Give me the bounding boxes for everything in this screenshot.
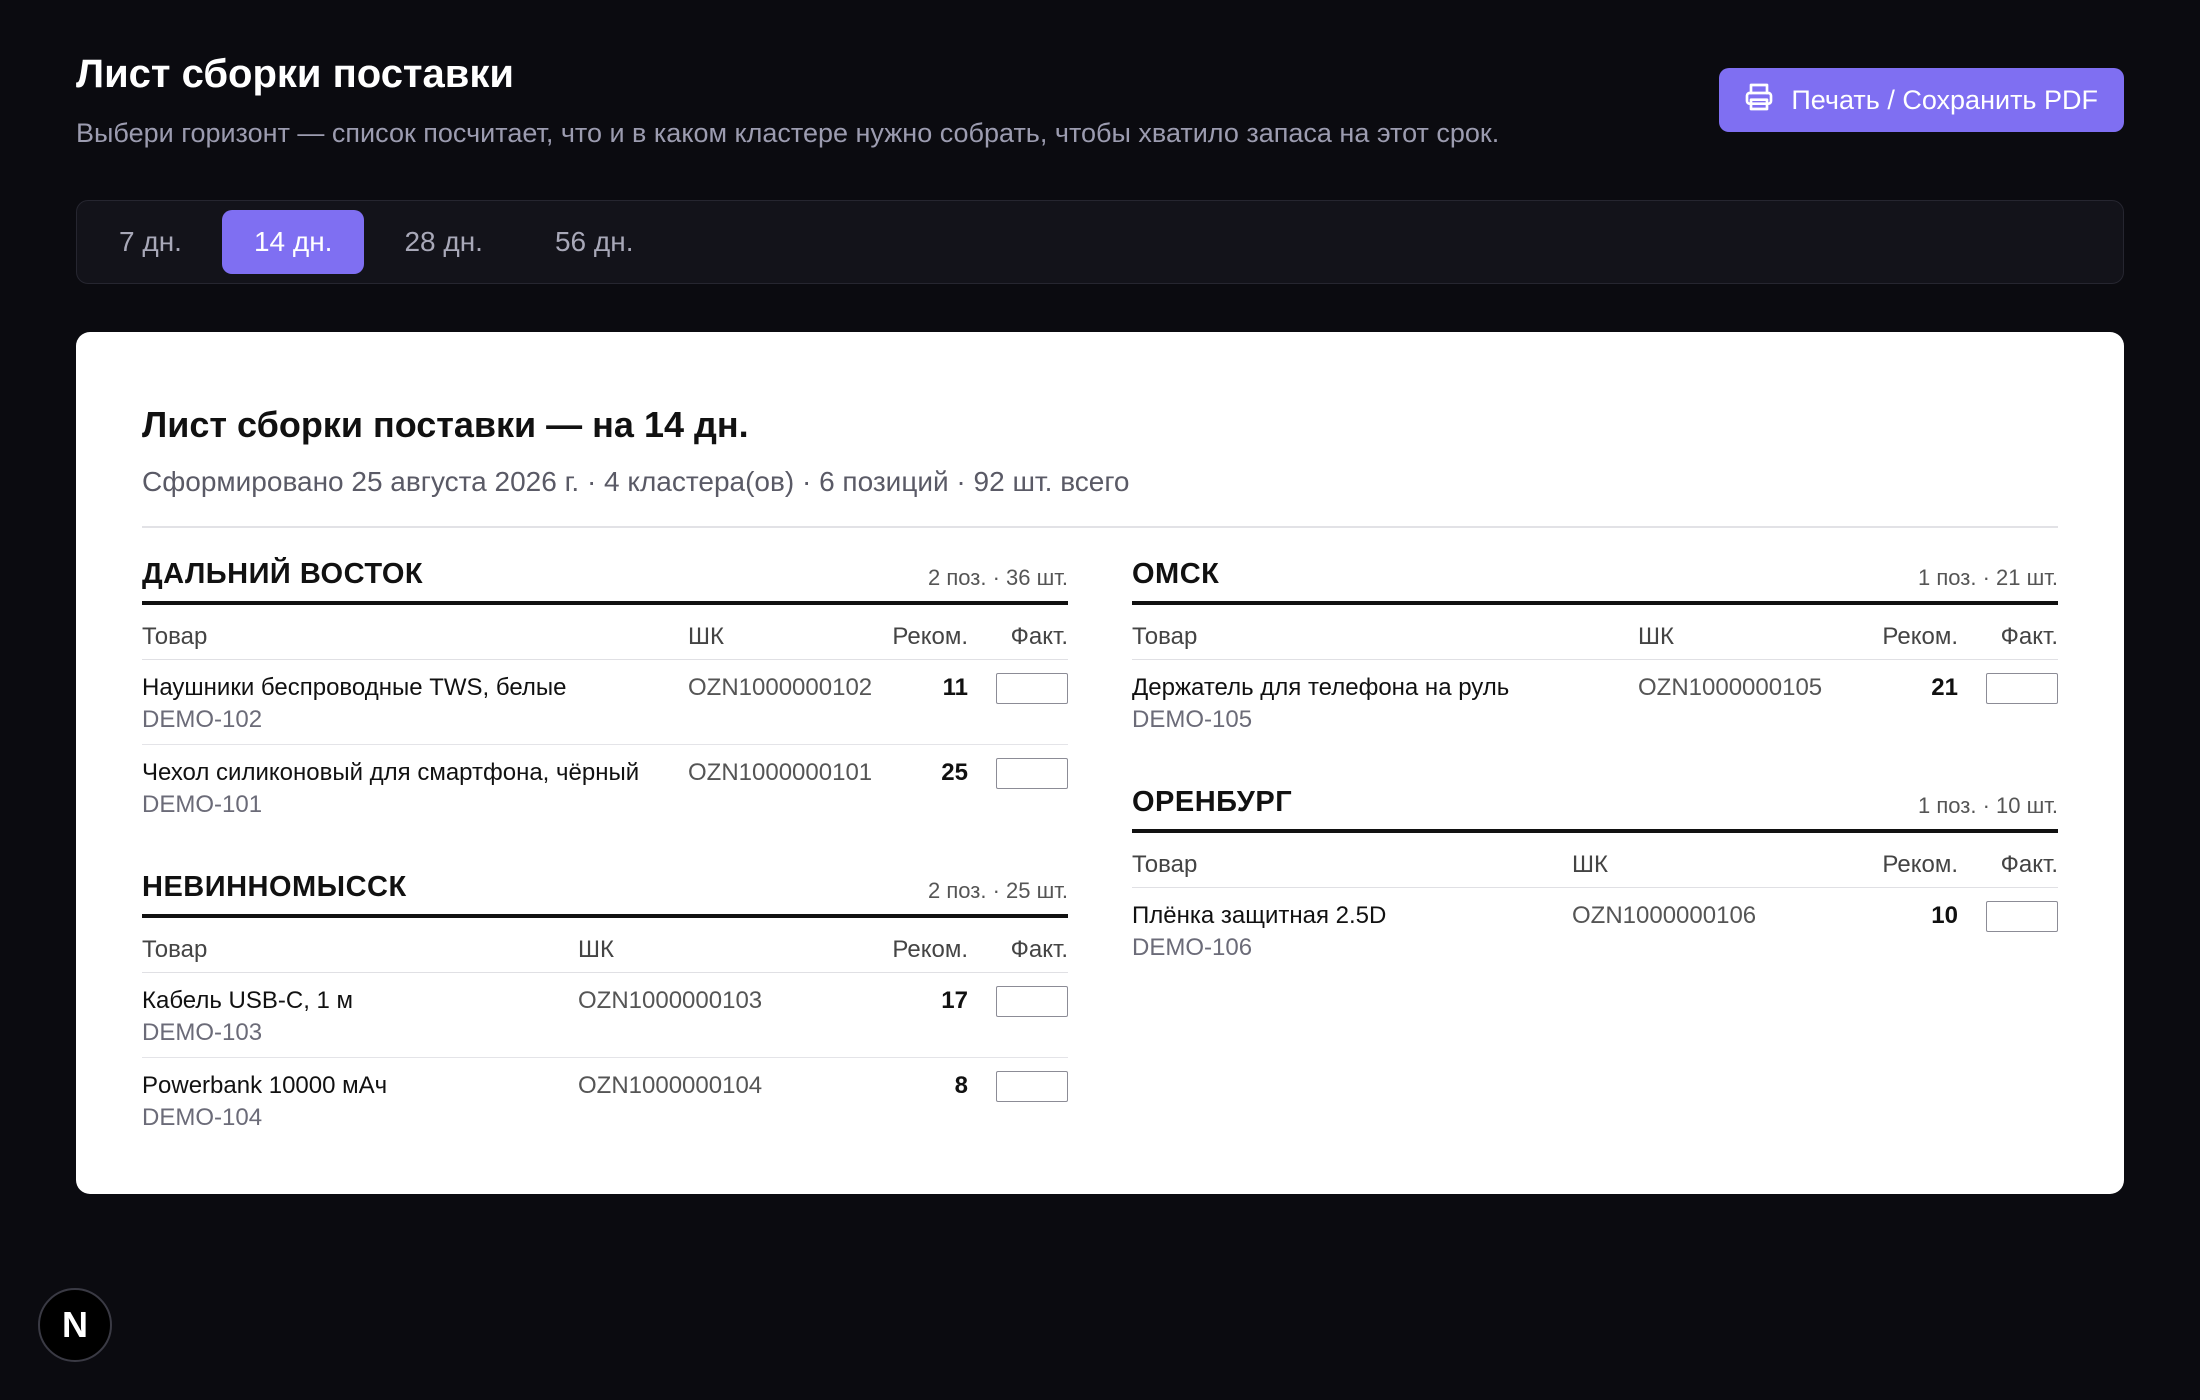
fact-qty-input[interactable] — [996, 986, 1068, 1017]
printer-icon — [1743, 81, 1775, 120]
items-table: Товар ШК Реком. Факт. Кабель USB-C, 1 м … — [142, 918, 1068, 1142]
items-table: Товар ШК Реком. Факт. Наушники беспровод… — [142, 605, 1068, 829]
column-product: Товар — [1132, 833, 1572, 888]
table-row: Powerbank 10000 мАч DEMO-104 OZN10000001… — [142, 1058, 1068, 1143]
table-row: Чехол силиконовый для смартфона, чёрный … — [142, 745, 1068, 830]
page: Лист сборки поставки Выбери горизонт — с… — [0, 0, 2200, 1400]
recommended-qty: 17 — [941, 987, 968, 1014]
fact-qty-input[interactable] — [996, 758, 1068, 789]
print-button[interactable]: Печать / Сохранить PDF — [1719, 68, 2124, 132]
items-table: Товар ШК Реком. Факт. Плёнка защитная 2.… — [1132, 833, 2058, 972]
cluster-header: ОРЕНБУРГ 1 поз. · 10 шт. — [1132, 786, 2058, 833]
product-sku: DEMO-104 — [142, 1104, 263, 1131]
recommended-qty: 11 — [942, 674, 968, 701]
sheet-title: Лист сборки поставки — на 14 дн. — [142, 404, 749, 445]
column-rec: Реком. — [1878, 605, 1974, 660]
page-title: Лист сборки поставки — [76, 52, 514, 96]
column-barcode: ШК — [1572, 833, 1878, 888]
barcode: OZN1000000101 — [688, 759, 873, 786]
recommended-qty: 10 — [1931, 902, 1958, 929]
cluster-header: ДАЛЬНИЙ ВОСТОК 2 поз. · 36 шт. — [142, 558, 1068, 605]
page-subtitle: Выбери горизонт — список посчитает, что … — [76, 118, 1500, 148]
column-barcode: ШК — [578, 918, 888, 973]
product-name: Powerbank 10000 мАч — [142, 1072, 388, 1099]
column-rec: Реком. — [888, 605, 984, 660]
column-product: Товар — [142, 918, 578, 973]
recommended-qty: 21 — [1931, 674, 1958, 701]
table-row: Плёнка защитная 2.5D DEMO-106 OZN1000000… — [1132, 888, 2058, 973]
print-button-label: Печать / Сохранить PDF — [1791, 84, 2098, 115]
nextjs-badge-icon[interactable]: N — [38, 1288, 112, 1362]
product-sku: DEMO-106 — [1132, 934, 1253, 961]
barcode: OZN1000000102 — [688, 674, 873, 701]
cluster-section: ДАЛЬНИЙ ВОСТОК 2 поз. · 36 шт. Товар ШК … — [142, 558, 1068, 829]
cluster-section: ОРЕНБУРГ 1 поз. · 10 шт. Товар ШК Реком.… — [1132, 786, 2058, 972]
barcode: OZN1000000106 — [1572, 902, 1757, 929]
table-header-row: Товар ШК Реком. Факт. — [1132, 605, 2058, 660]
cluster-name: ОРЕНБУРГ — [1132, 786, 1293, 818]
column-barcode: ШК — [1638, 605, 1878, 660]
product-sku: DEMO-103 — [142, 1019, 263, 1046]
barcode: OZN1000000103 — [578, 987, 763, 1014]
fact-qty-input[interactable] — [996, 1071, 1068, 1102]
product-name: Плёнка защитная 2.5D — [1132, 902, 1387, 929]
left-column: ДАЛЬНИЙ ВОСТОК 2 поз. · 36 шт. Товар ШК … — [142, 558, 1068, 1184]
picking-sheet-card: Лист сборки поставки — на 14 дн. Сформир… — [76, 332, 2124, 1194]
table-row: Наушники беспроводные TWS, белые DEMO-10… — [142, 659, 1068, 745]
tab-28-days[interactable]: 28 дн. — [372, 210, 515, 274]
cluster-summary: 1 поз. · 21 шт. — [1918, 565, 2058, 590]
table-header-row: Товар ШК Реком. Факт. — [1132, 833, 2058, 888]
right-column: ОМСК 1 поз. · 21 шт. Товар ШК Реком. Фак… — [1132, 558, 2058, 1014]
column-rec: Реком. — [1878, 833, 1974, 888]
fact-qty-input[interactable] — [1986, 901, 2058, 932]
cluster-summary: 2 поз. · 36 шт. — [928, 565, 1068, 590]
tab-14-days[interactable]: 14 дн. — [221, 210, 365, 274]
product-name: Кабель USB-C, 1 м — [142, 987, 354, 1014]
column-fact: Факт. — [1974, 605, 2058, 660]
cluster-section: НЕВИННОМЫССК 2 поз. · 25 шт. Товар ШК Ре… — [142, 871, 1068, 1142]
divider — [142, 526, 2058, 528]
cluster-header: НЕВИННОМЫССК 2 поз. · 25 шт. — [142, 871, 1068, 918]
fact-qty-input[interactable] — [996, 673, 1068, 704]
recommended-qty: 25 — [941, 759, 968, 786]
table-header-row: Товар ШК Реком. Факт. — [142, 605, 1068, 660]
tab-7-days[interactable]: 7 дн. — [87, 210, 214, 274]
product-name: Держатель для телефона на руль — [1132, 674, 1510, 701]
column-barcode: ШК — [688, 605, 888, 660]
items-table: Товар ШК Реком. Факт. Держатель для теле… — [1132, 605, 2058, 744]
table-header-row: Товар ШК Реком. Факт. — [142, 918, 1068, 973]
column-rec: Реком. — [888, 918, 984, 973]
column-product: Товар — [1132, 605, 1638, 660]
sheet-meta: Сформировано 25 августа 2026 г. · 4 клас… — [142, 466, 1130, 497]
product-name: Наушники беспроводные TWS, белые — [142, 674, 567, 701]
cluster-header: ОМСК 1 поз. · 21 шт. — [1132, 558, 2058, 605]
tab-56-days[interactable]: 56 дн. — [523, 210, 666, 274]
column-fact: Факт. — [984, 605, 1068, 660]
barcode: OZN1000000104 — [578, 1072, 763, 1099]
fact-qty-input[interactable] — [1986, 673, 2058, 704]
cluster-section: ОМСК 1 поз. · 21 шт. Товар ШК Реком. Фак… — [1132, 558, 2058, 744]
header: Лист сборки поставки Выбери горизонт — с… — [76, 0, 2124, 200]
column-fact: Факт. — [1974, 833, 2058, 888]
table-row: Держатель для телефона на руль DEMO-105 … — [1132, 660, 2058, 745]
product-sku: DEMO-102 — [142, 706, 263, 733]
cluster-summary: 1 поз. · 10 шт. — [1918, 793, 2058, 818]
barcode: OZN1000000105 — [1638, 674, 1823, 701]
product-sku: DEMO-105 — [1132, 706, 1253, 733]
recommended-qty: 8 — [954, 1072, 968, 1099]
cluster-name: НЕВИННОМЫССК — [142, 871, 407, 903]
cluster-summary: 2 поз. · 25 шт. — [928, 878, 1068, 903]
table-row: Кабель USB-C, 1 м DEMO-103 OZN1000000103… — [142, 972, 1068, 1058]
cluster-name: ДАЛЬНИЙ ВОСТОК — [142, 558, 424, 590]
product-sku: DEMO-101 — [142, 791, 263, 818]
column-product: Товар — [142, 605, 688, 660]
column-fact: Факт. — [984, 918, 1068, 973]
horizon-tabs: 7 дн. 14 дн. 28 дн. 56 дн. — [76, 200, 2124, 284]
cluster-name: ОМСК — [1132, 558, 1220, 590]
product-name: Чехол силиконовый для смартфона, чёрный — [142, 759, 640, 786]
